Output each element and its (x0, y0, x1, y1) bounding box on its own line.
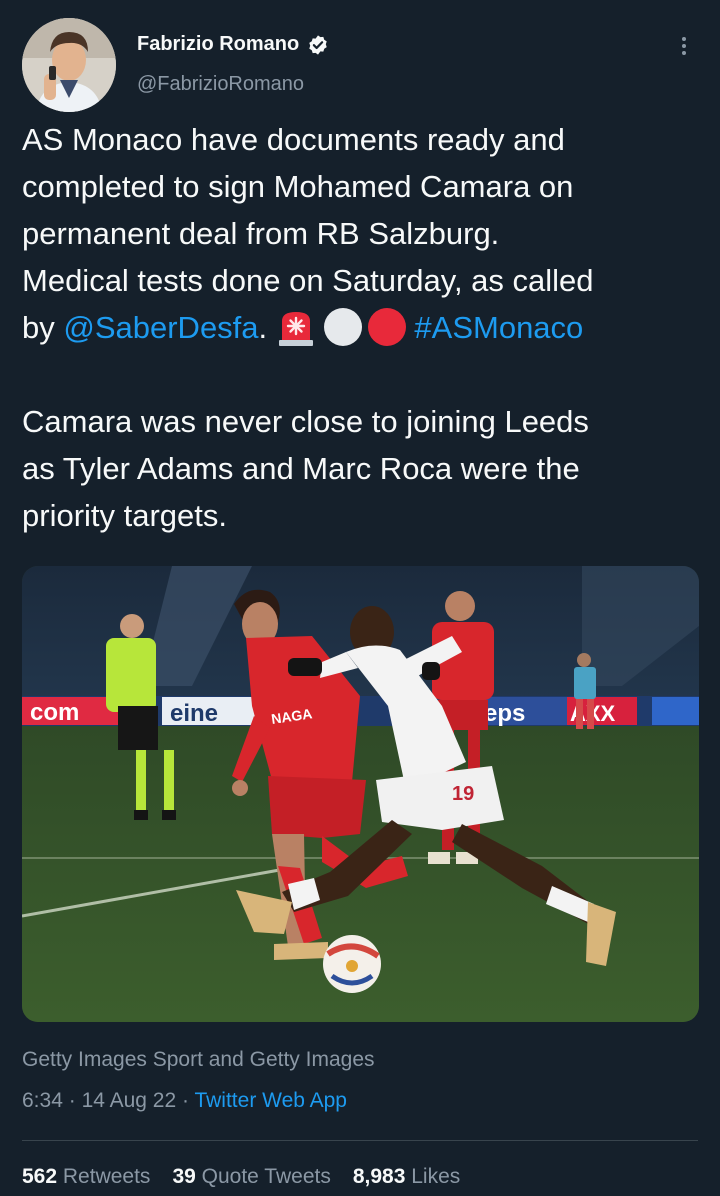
match-ball (323, 935, 381, 993)
author-name-row: Fabrizio Romano (137, 33, 329, 56)
ad-board-text: com (30, 699, 79, 726)
media-credit: Getty Images Sport and Getty Images (22, 1048, 375, 1071)
tweet-line: Medical tests done on Saturday, as calle… (22, 263, 594, 298)
avatar-image (22, 18, 116, 112)
likes-label: Likes (411, 1165, 461, 1188)
tweet-text-fragment: by (22, 310, 64, 345)
tweet-line: permanent deal from RB Salzburg. (22, 216, 500, 251)
author-handle[interactable]: @FabrizioRomano (137, 73, 304, 96)
tweet-line: AS Monaco have documents ready and (22, 122, 565, 157)
tweet-date[interactable]: 14 Aug 22 (82, 1089, 177, 1112)
verified-badge-icon (309, 34, 327, 55)
white-circle-emoji (323, 307, 362, 346)
mention-link[interactable]: @SaberDesfa (63, 310, 258, 345)
tweet-line: priority targets. (22, 498, 228, 533)
tweet-line: completed to sign Mohamed Camara on (22, 169, 574, 204)
meta-separator: · (182, 1089, 189, 1112)
divider (22, 1140, 698, 1141)
tweet-text-fragment: . (258, 310, 276, 345)
tweet-time[interactable]: 6:34 (22, 1089, 63, 1112)
red-circle-emoji (367, 307, 406, 346)
tweet-stats: 562 Retweets 39 Quote Tweets 8,983 Likes (22, 1165, 460, 1189)
author-avatar[interactable] (22, 18, 116, 112)
tweet-line: as Tyler Adams and Marc Roca were the (22, 451, 580, 486)
quote-tweets-stat[interactable]: 39 Quote Tweets (172, 1165, 330, 1189)
likes-stat[interactable]: 8,983 Likes (353, 1165, 460, 1189)
more-options-icon[interactable] (676, 34, 692, 58)
likes-count: 8,983 (352, 1165, 406, 1188)
ad-board-text: eine (170, 700, 218, 727)
tweet-metadata: 6:34 · 14 Aug 22 · Twitter Web App (22, 1089, 347, 1113)
tweet-source-link[interactable]: Twitter Web App (194, 1089, 347, 1112)
siren-emoji (278, 311, 313, 346)
retweets-count: 562 (22, 1165, 58, 1188)
quote-tweets-label: Quote Tweets (201, 1165, 331, 1188)
retweets-stat[interactable]: 562 Retweets (22, 1165, 150, 1189)
ad-board-text: eps (484, 700, 525, 727)
retweets-label: Retweets (62, 1165, 151, 1188)
football-match-photo: com eine eps AXX (22, 566, 699, 1022)
tweet-media-photo[interactable]: com eine eps AXX (22, 566, 699, 1022)
hashtag-link[interactable]: #ASMonaco (414, 310, 583, 345)
author-name[interactable]: Fabrizio Romano (137, 33, 299, 56)
tweet-text: AS Monaco have documents ready and compl… (22, 116, 702, 539)
shirt-number-text: 19 (452, 783, 474, 805)
meta-separator: · (68, 1089, 76, 1112)
tweet-line: Camara was never close to joining Leeds (22, 404, 589, 439)
tweet-line-mentions: by @SaberDesfa. #ASMonaco (22, 304, 702, 351)
quote-tweets-count: 39 (172, 1165, 196, 1188)
